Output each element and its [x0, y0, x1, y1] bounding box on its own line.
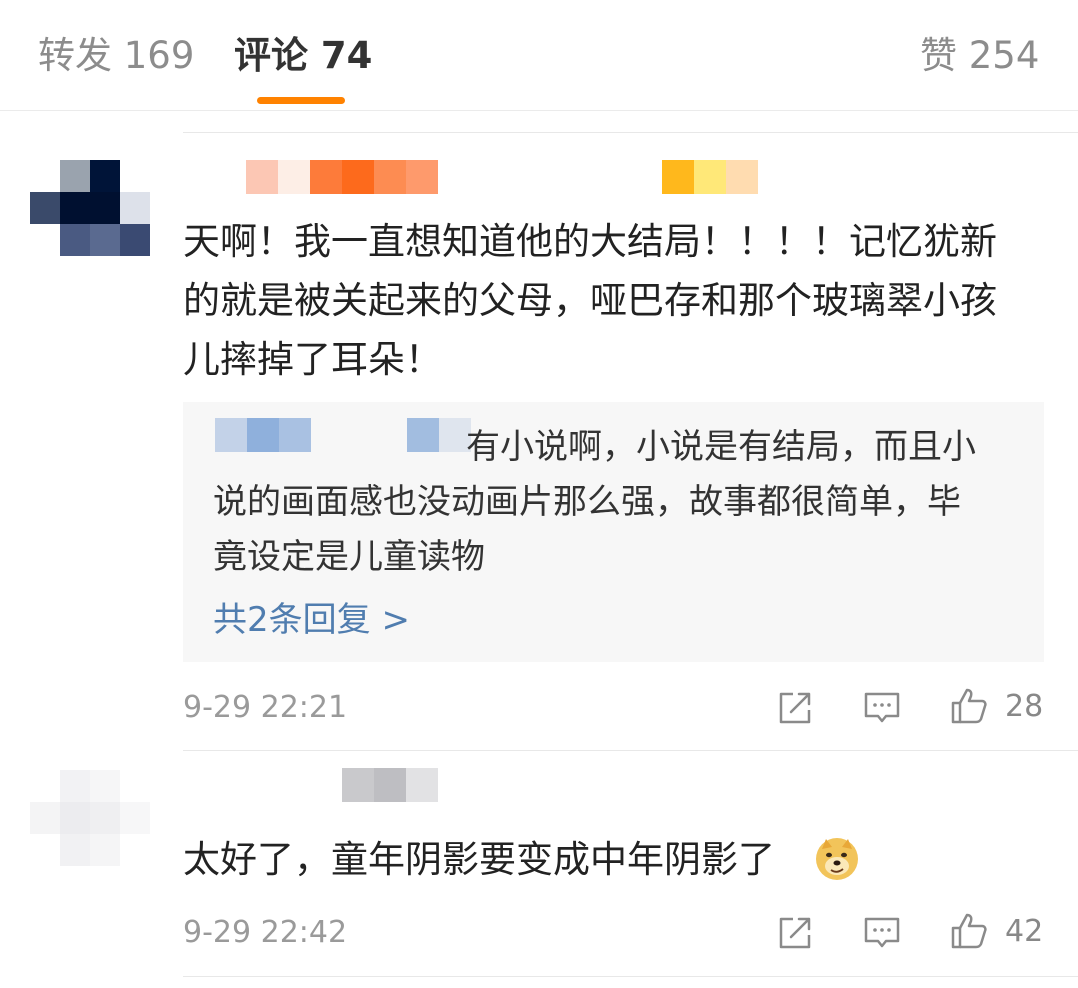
avatar[interactable]: [30, 160, 150, 256]
doge-emoji: [815, 837, 859, 881]
tab-likes[interactable]: 赞 254: [920, 30, 1039, 82]
active-tab-indicator: [257, 97, 345, 104]
reply-username[interactable]: [215, 418, 471, 452]
thumbs-up-icon[interactable]: [949, 686, 989, 726]
username[interactable]: [342, 768, 438, 802]
comment-text-line: 儿摔掉了耳朵！: [183, 338, 442, 381]
repost-icon[interactable]: [775, 913, 815, 953]
more-replies-link[interactable]: 共2条回复 >: [213, 596, 410, 644]
comment-text-line: 的就是被关起来的父母，哑巴存和那个玻璃翠小孩: [183, 279, 997, 322]
comment-text-line: 天啊！我一直想知道他的大结局！！！！记忆犹新: [183, 220, 997, 263]
repost-icon[interactable]: [775, 688, 815, 728]
comment-timestamp: 9-29 22:42: [183, 915, 348, 950]
tab-divider: [0, 110, 1078, 111]
thumbs-up-icon[interactable]: [949, 911, 989, 951]
tab-bar: 转发 169 评论 74 赞 254: [0, 0, 1078, 112]
divider: [183, 750, 1078, 751]
like-count: 28: [1005, 689, 1044, 724]
quoted-reply-text-line: 有小说啊，小说是有结局，而且小: [466, 427, 976, 467]
quoted-reply-text-line: 说的画面感也没动画片那么强，故事都很简单，毕: [213, 482, 961, 522]
comment-icon[interactable]: [862, 913, 902, 953]
comment-icon[interactable]: [862, 688, 902, 728]
comment-text: 太好了，童年阴影要变成中年阴影了: [183, 838, 775, 881]
quoted-reply-text-line: 竟设定是儿童读物: [213, 537, 485, 577]
username[interactable]: [246, 160, 758, 194]
divider: [183, 976, 1078, 977]
like-count: 42: [1005, 914, 1044, 949]
divider: [183, 132, 1078, 133]
avatar[interactable]: [30, 770, 150, 866]
tab-comments[interactable]: 评论 74: [234, 30, 372, 82]
comment-timestamp: 9-29 22:21: [183, 690, 348, 725]
tab-repost[interactable]: 转发 169: [38, 30, 194, 82]
